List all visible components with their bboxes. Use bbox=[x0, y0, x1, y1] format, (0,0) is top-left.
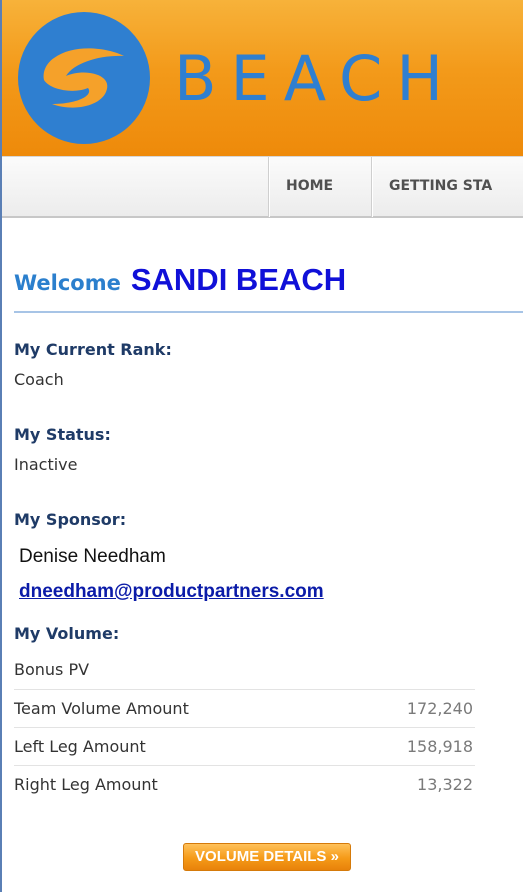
site-header: BEACH bbox=[2, 0, 523, 156]
volume-row-label: Bonus PV bbox=[14, 660, 90, 679]
divider bbox=[14, 311, 523, 313]
volume-row-label: Right Leg Amount bbox=[14, 775, 158, 794]
nav-getting-started[interactable]: GETTING STA bbox=[389, 178, 492, 194]
nav-divider bbox=[269, 157, 270, 217]
volume-row-amount: 13,322 bbox=[417, 775, 473, 794]
welcome-heading: Welcome SANDI BEACH bbox=[14, 262, 346, 298]
sponsor-email-link[interactable]: dneedham@productpartners.com bbox=[19, 581, 324, 603]
brand-name: BEACH bbox=[174, 42, 457, 115]
beach-logo-icon[interactable] bbox=[14, 8, 154, 148]
volume-details-button[interactable]: VOLUME DETAILS » bbox=[183, 843, 351, 871]
volume-row: Team Volume Amount 172,240 bbox=[14, 689, 475, 728]
volume-row: Bonus PV bbox=[14, 651, 475, 689]
user-name: SANDI BEACH bbox=[130, 262, 347, 297]
nav-divider bbox=[372, 157, 373, 217]
sponsor-name: Denise Needham bbox=[19, 546, 166, 567]
rank-value: Coach bbox=[14, 370, 64, 389]
volume-row-amount: 158,918 bbox=[406, 737, 473, 756]
top-nav: HOME GETTING STA bbox=[2, 156, 523, 218]
rank-label: My Current Rank: bbox=[14, 340, 172, 359]
nav-home[interactable]: HOME bbox=[286, 178, 333, 194]
status-label: My Status: bbox=[14, 425, 111, 444]
volume-label: My Volume: bbox=[14, 624, 120, 643]
volume-row-label: Team Volume Amount bbox=[14, 699, 189, 718]
volume-row: Left Leg Amount 158,918 bbox=[14, 727, 475, 766]
volume-row: Right Leg Amount 13,322 bbox=[14, 765, 475, 804]
volume-row-label: Left Leg Amount bbox=[14, 737, 146, 756]
status-value: Inactive bbox=[14, 455, 78, 474]
welcome-label: Welcome bbox=[14, 271, 121, 295]
sponsor-label: My Sponsor: bbox=[14, 510, 127, 529]
volume-row-amount: 172,240 bbox=[406, 699, 473, 718]
